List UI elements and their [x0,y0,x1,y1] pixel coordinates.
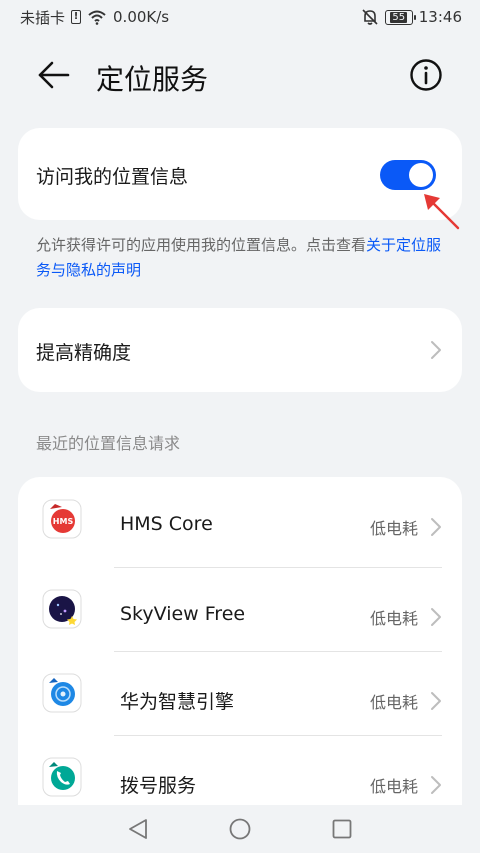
wifi-icon [88,10,106,25]
list-item[interactable]: SkyView Free 低电耗 [18,567,462,651]
hms-core-icon: HMS [42,499,82,539]
clock: 13:46 [418,8,462,26]
battery-icon: 55 [384,9,416,25]
location-access-card: 访问我的位置信息 [18,128,462,220]
description-text: 允许获得许可的应用使用我的位置信息。点击查看 [36,236,367,254]
nav-back-icon[interactable] [126,817,150,841]
chevron-right-icon [431,692,441,710]
power-usage: 低电耗 [370,693,419,712]
app-name: 华为智慧引擎 [120,691,235,713]
skyview-icon [42,589,82,629]
svg-text:HMS: HMS [53,517,74,526]
location-access-toggle[interactable] [380,160,436,190]
power-usage: 低电耗 [370,519,419,538]
list-item[interactable]: 华为智慧引擎 低电耗 [18,651,462,735]
battery-level: 55 [390,11,408,23]
status-right: 55 13:46 [361,8,462,26]
power-usage: 低电耗 [370,609,419,628]
sim-alert-icon: ! [71,10,82,24]
chevron-right-icon [431,776,441,794]
power-usage: 低电耗 [370,777,419,796]
recent-requests-list: HMS HMS Core 低电耗 SkyView Free 低电耗 华为智慧引擎… [18,477,462,807]
list-item[interactable]: HMS HMS Core 低电耗 [18,477,462,561]
info-circle-icon[interactable] [409,58,443,92]
header: 定位服务 [0,48,480,104]
nav-recent-icon[interactable] [330,817,354,841]
huawei-engine-icon [42,673,82,713]
arrow-left-icon[interactable] [36,60,72,90]
chevron-right-icon [431,341,441,359]
app-name: SkyView Free [120,603,246,625]
location-access-label: 访问我的位置信息 [36,166,189,188]
toggle-knob [409,163,433,187]
recent-requests-title: 最近的位置信息请求 [36,434,181,453]
location-description: 允许获得许可的应用使用我的位置信息。点击查看关于定位服务与隐私的声明 [36,233,446,283]
improve-accuracy-label: 提高精确度 [36,342,132,364]
dialer-icon [42,757,82,797]
carrier-text: 未插卡 [20,8,66,27]
page-title: 定位服务 [96,63,209,96]
app-name: HMS Core [120,513,213,535]
improve-accuracy-card[interactable]: 提高精确度 [18,308,462,392]
system-nav-bar [0,805,480,853]
chevron-right-icon [431,518,441,536]
status-left: 未插卡 ! 0.00K/s [20,7,169,28]
mute-bell-icon [362,9,378,25]
app-name: 拨号服务 [120,775,197,797]
list-item[interactable]: 拨号服务 低电耗 [18,735,462,807]
status-bar: 未插卡 ! 0.00K/s 55 13:46 [0,0,480,34]
network-speed: 0.00K/s [113,8,170,26]
nav-home-icon[interactable] [228,817,252,841]
red-arrow-icon [424,194,460,230]
chevron-right-icon [431,608,441,626]
